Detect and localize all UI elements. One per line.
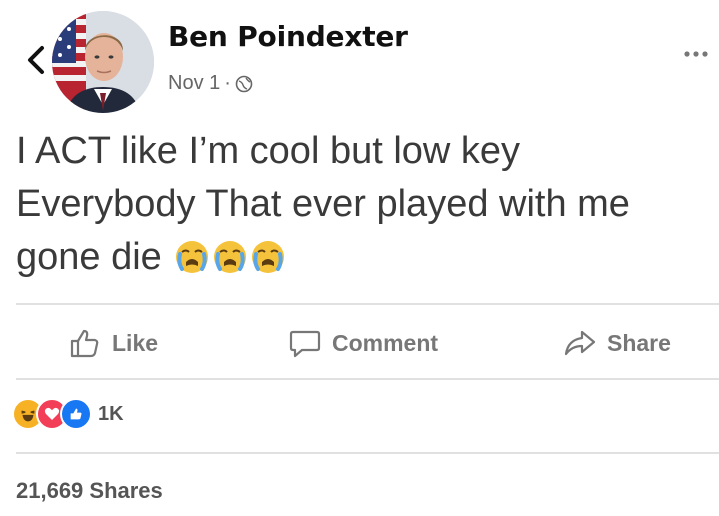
back-button[interactable] <box>24 40 50 80</box>
comment-button[interactable]: Comment <box>288 323 438 363</box>
more-dots-icon <box>684 51 708 57</box>
post-date[interactable]: Nov 1 <box>168 72 220 95</box>
profile-photo <box>52 11 154 113</box>
like-label: Like <box>112 329 159 356</box>
divider <box>16 303 719 305</box>
crying-emoji-icon <box>176 241 209 273</box>
shares-count[interactable]: 21,669 Shares <box>16 478 163 504</box>
post-line: gone die <box>16 236 162 278</box>
post-text: I ACT like I’m cool but low key Everybod… <box>16 125 706 284</box>
author-name[interactable]: Ben Poindexter <box>168 20 408 53</box>
reaction-count: 1K <box>98 402 124 425</box>
avatar[interactable] <box>52 11 154 113</box>
post-line-with-emojis: gone die <box>16 231 706 284</box>
globe-icon <box>235 75 253 92</box>
chevron-left-icon <box>28 46 44 74</box>
share-arrow-icon <box>564 330 596 356</box>
share-button[interactable]: Share <box>563 323 671 363</box>
meta-separator: · <box>224 72 231 94</box>
more-options-button[interactable] <box>679 44 713 64</box>
post-line: I ACT like I’m cool but low key <box>16 130 521 172</box>
thumbs-up-icon <box>70 329 99 358</box>
comment-bubble-icon <box>289 330 321 358</box>
share-label: Share <box>607 329 671 356</box>
crying-emoji-icon <box>214 241 247 273</box>
comment-label: Comment <box>332 329 439 356</box>
post-meta: Nov 1 · <box>168 72 253 95</box>
divider <box>16 378 719 380</box>
reactions-summary[interactable]: 1K <box>12 398 124 430</box>
crying-emoji-icon <box>252 241 285 273</box>
like-button[interactable]: Like <box>68 323 158 363</box>
divider <box>16 452 719 454</box>
post-line: Everybody That ever played with me <box>16 183 630 225</box>
like-reaction-icon <box>60 398 92 430</box>
